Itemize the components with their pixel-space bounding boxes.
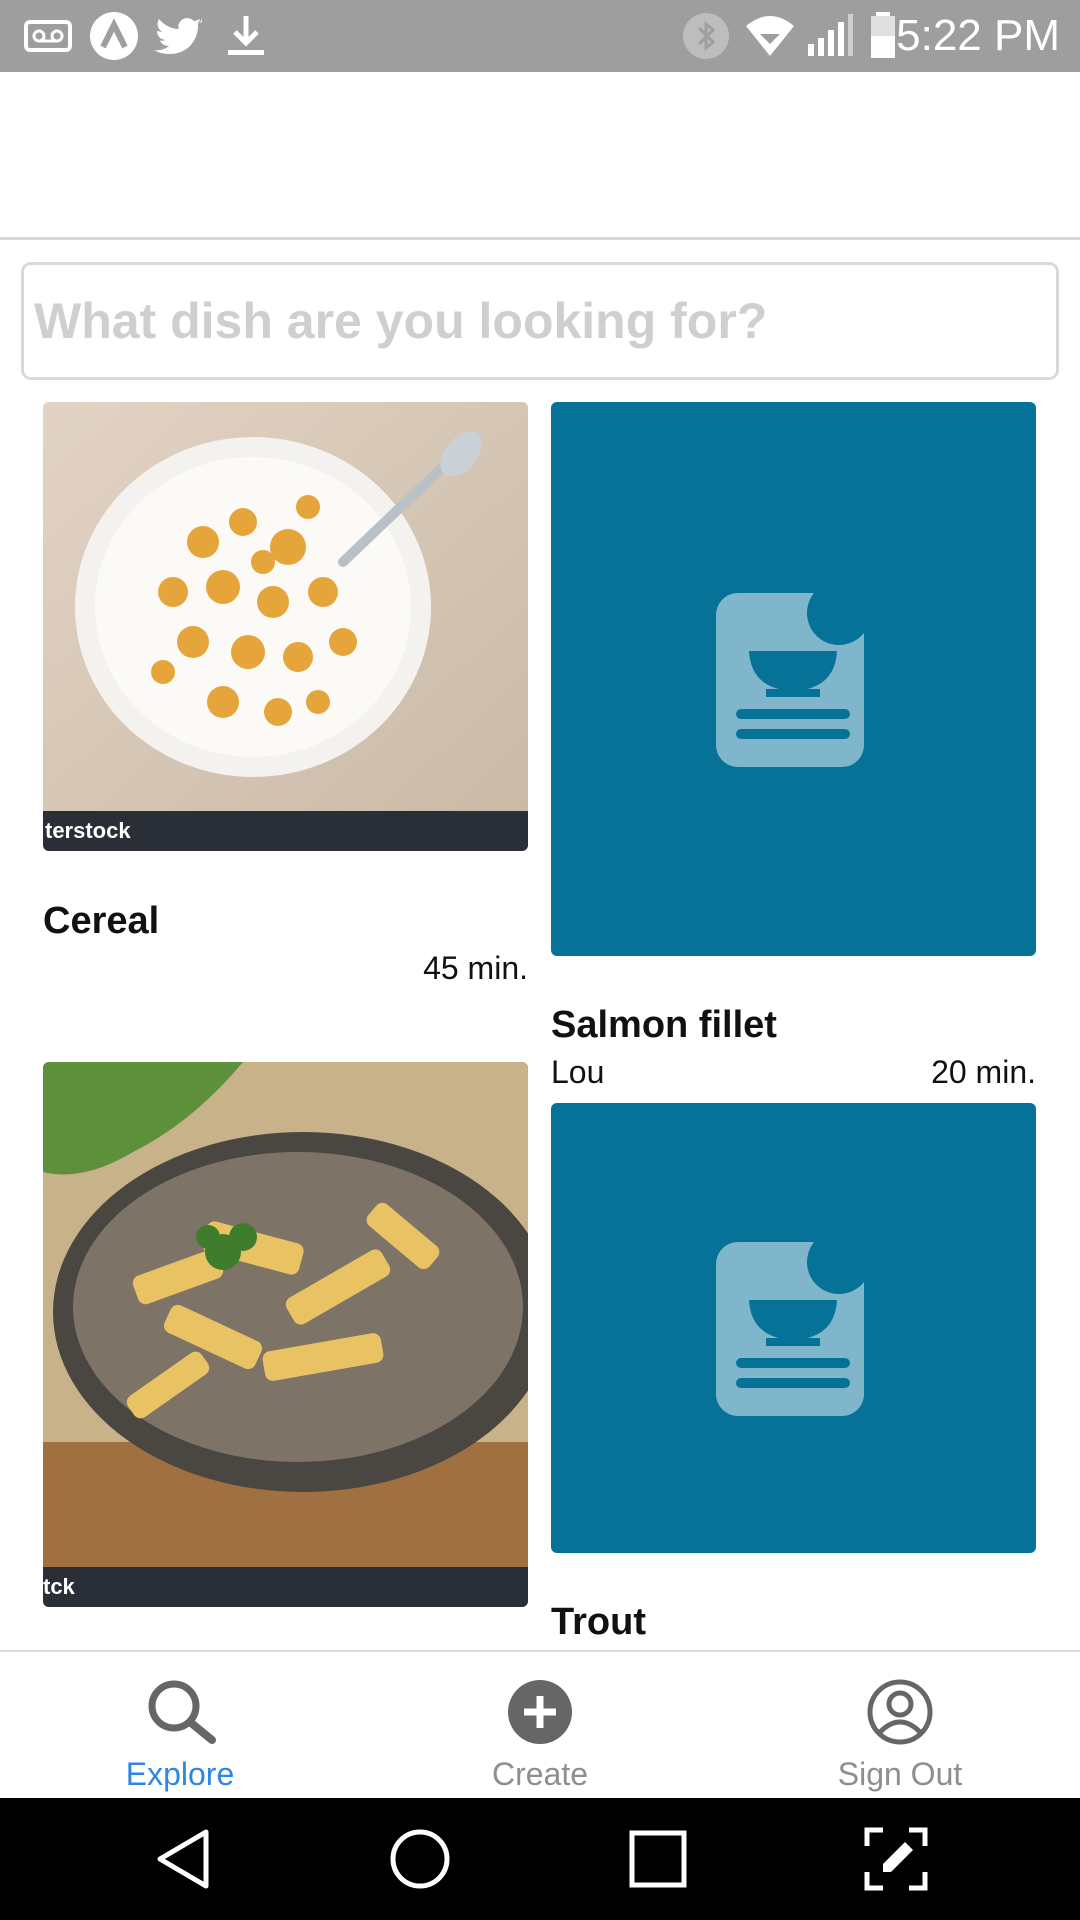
watermark-text: terstock xyxy=(45,818,131,843)
bottom-tab-bar: Explore Create Sign Out xyxy=(0,1650,1080,1798)
status-bar: 5:22 PM xyxy=(0,0,1080,72)
recipe-title: Trout xyxy=(551,1601,646,1643)
recipe-title: Cereal xyxy=(43,900,160,942)
recipe-image: terstock xyxy=(43,402,528,851)
wifi-icon xyxy=(744,10,796,62)
watermark-text: tck xyxy=(43,1574,76,1599)
potatoes-photo: tck xyxy=(43,1062,528,1607)
signal-icon xyxy=(804,10,856,62)
tab-explore[interactable]: Explore xyxy=(0,1652,360,1800)
recipe-image-placeholder xyxy=(551,402,1036,956)
search-icon xyxy=(144,1676,216,1748)
search-input[interactable] xyxy=(24,265,1056,377)
recipe-card[interactable]: Trout xyxy=(551,1103,1036,1650)
download-icon xyxy=(220,10,272,62)
voicemail-icon xyxy=(22,10,74,62)
recipe-card[interactable]: terstock Cereal 45 min. xyxy=(43,402,528,986)
tab-label: Create xyxy=(491,1756,589,1792)
twitter-icon xyxy=(154,10,206,62)
recipe-time: 45 min. xyxy=(423,950,528,986)
recipe-author: Lou xyxy=(551,1054,605,1090)
recipe-feed[interactable]: terstock Cereal 45 min. Salmon fillet Lo… xyxy=(0,390,1080,1650)
search-box[interactable] xyxy=(21,262,1059,380)
recipe-card[interactable]: Salmon fillet Lou 20 min. xyxy=(551,402,1036,1090)
app-icon xyxy=(88,10,140,62)
recipe-image-placeholder xyxy=(551,1103,1036,1553)
add-circle-icon xyxy=(504,1676,576,1748)
recipe-placeholder-icon xyxy=(715,1242,864,1416)
home-icon[interactable] xyxy=(385,1824,455,1894)
tab-sign-out[interactable]: Sign Out xyxy=(720,1652,1080,1800)
recipe-placeholder-icon xyxy=(715,593,864,767)
recipe-title: Salmon fillet xyxy=(551,1004,777,1046)
tab-label: Sign Out xyxy=(837,1756,963,1792)
recents-icon[interactable] xyxy=(623,1824,693,1894)
tab-create[interactable]: Create xyxy=(360,1652,720,1800)
capture-edit-icon[interactable] xyxy=(861,1824,931,1894)
cereal-photo: terstock xyxy=(43,402,528,851)
recipe-time: 20 min. xyxy=(931,1054,1036,1090)
account-circle-icon xyxy=(864,1676,936,1748)
back-icon[interactable] xyxy=(150,1824,220,1894)
status-time: 5:22 PM xyxy=(896,11,1060,60)
recipe-card[interactable]: tck xyxy=(43,1062,528,1650)
bluetooth-icon xyxy=(680,10,732,62)
tab-label: Explore xyxy=(125,1756,235,1792)
system-nav-bar xyxy=(0,1798,1080,1920)
app-header xyxy=(0,72,1080,240)
recipe-image: tck xyxy=(43,1062,528,1607)
